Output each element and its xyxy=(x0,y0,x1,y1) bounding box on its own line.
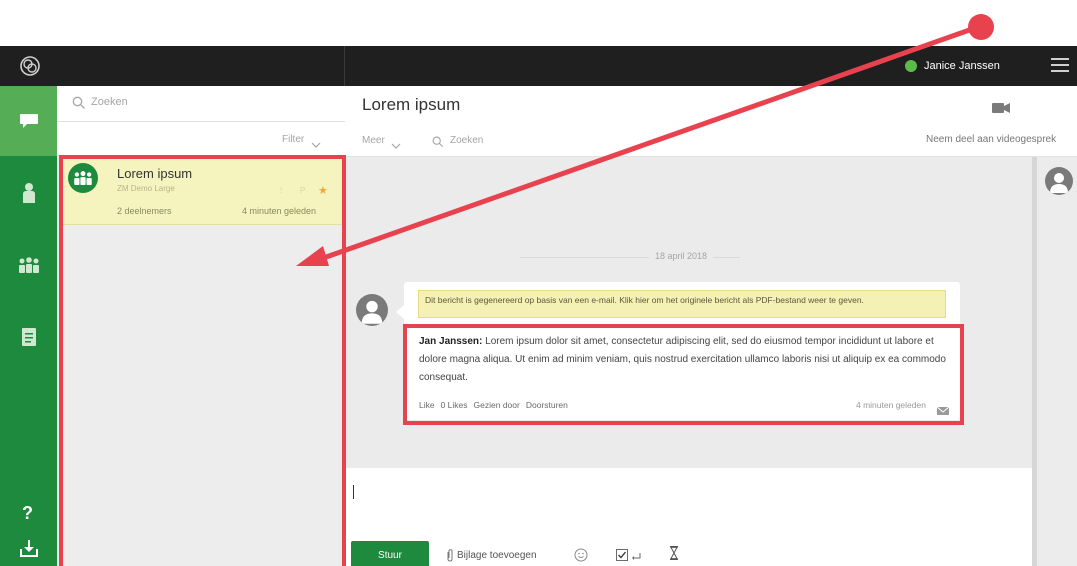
hamburger-menu-icon[interactable] xyxy=(1050,56,1070,74)
download-icon[interactable] xyxy=(18,538,40,560)
message-bubble-tail xyxy=(396,305,404,319)
chat-search-placeholder[interactable]: Zoeken xyxy=(450,135,483,146)
paperclip-icon[interactable] xyxy=(446,549,454,562)
filter-dropdown[interactable]: Filter xyxy=(282,134,304,145)
chat-title: Lorem ipsum xyxy=(362,95,461,114)
checkbox-icon[interactable] xyxy=(616,548,628,561)
app-root: Janice Janssen ? Zoeken Filter Lorem ips… xyxy=(0,0,1077,566)
send-button[interactable]: Stuur xyxy=(351,541,429,566)
document-icon[interactable] xyxy=(18,326,40,348)
annotation-highlight-box xyxy=(403,324,964,425)
chat-icon[interactable] xyxy=(18,110,40,132)
help-icon[interactable]: ? xyxy=(22,503,33,524)
annotation-highlight-box xyxy=(59,155,346,566)
enter-key-icon[interactable] xyxy=(632,549,642,560)
sender-avatar[interactable] xyxy=(356,294,388,326)
emoji-icon[interactable] xyxy=(574,548,588,562)
search-icon xyxy=(72,96,86,110)
user-status[interactable]: Janice Janssen xyxy=(905,57,1000,75)
text-cursor xyxy=(353,485,354,499)
join-video-call-link[interactable]: Neem deel aan videogesprek xyxy=(926,134,1056,145)
add-attachment-button[interactable]: Bijlage toevoegen xyxy=(457,550,537,561)
email-notice-link[interactable]: Dit bericht is gegenereerd op basis van … xyxy=(418,290,946,318)
participant-avatar[interactable] xyxy=(1045,167,1073,195)
chevron-down-icon[interactable] xyxy=(391,137,401,149)
more-dropdown[interactable]: Meer xyxy=(362,135,385,146)
person-icon[interactable] xyxy=(18,182,40,204)
conversation-search-placeholder[interactable]: Zoeken xyxy=(91,96,128,108)
hourglass-icon[interactable] xyxy=(670,546,678,560)
search-icon xyxy=(432,135,444,148)
participants-panel xyxy=(1032,157,1077,566)
top-bar-divider xyxy=(344,46,345,86)
user-name: Janice Janssen xyxy=(924,60,1000,72)
app-logo-icon[interactable] xyxy=(12,50,48,82)
online-status-dot xyxy=(905,60,917,72)
date-divider-label: 18 april 2018 xyxy=(649,251,714,261)
group-icon[interactable] xyxy=(18,254,40,276)
video-camera-icon[interactable] xyxy=(992,101,1010,113)
chevron-down-icon[interactable] xyxy=(311,136,321,148)
